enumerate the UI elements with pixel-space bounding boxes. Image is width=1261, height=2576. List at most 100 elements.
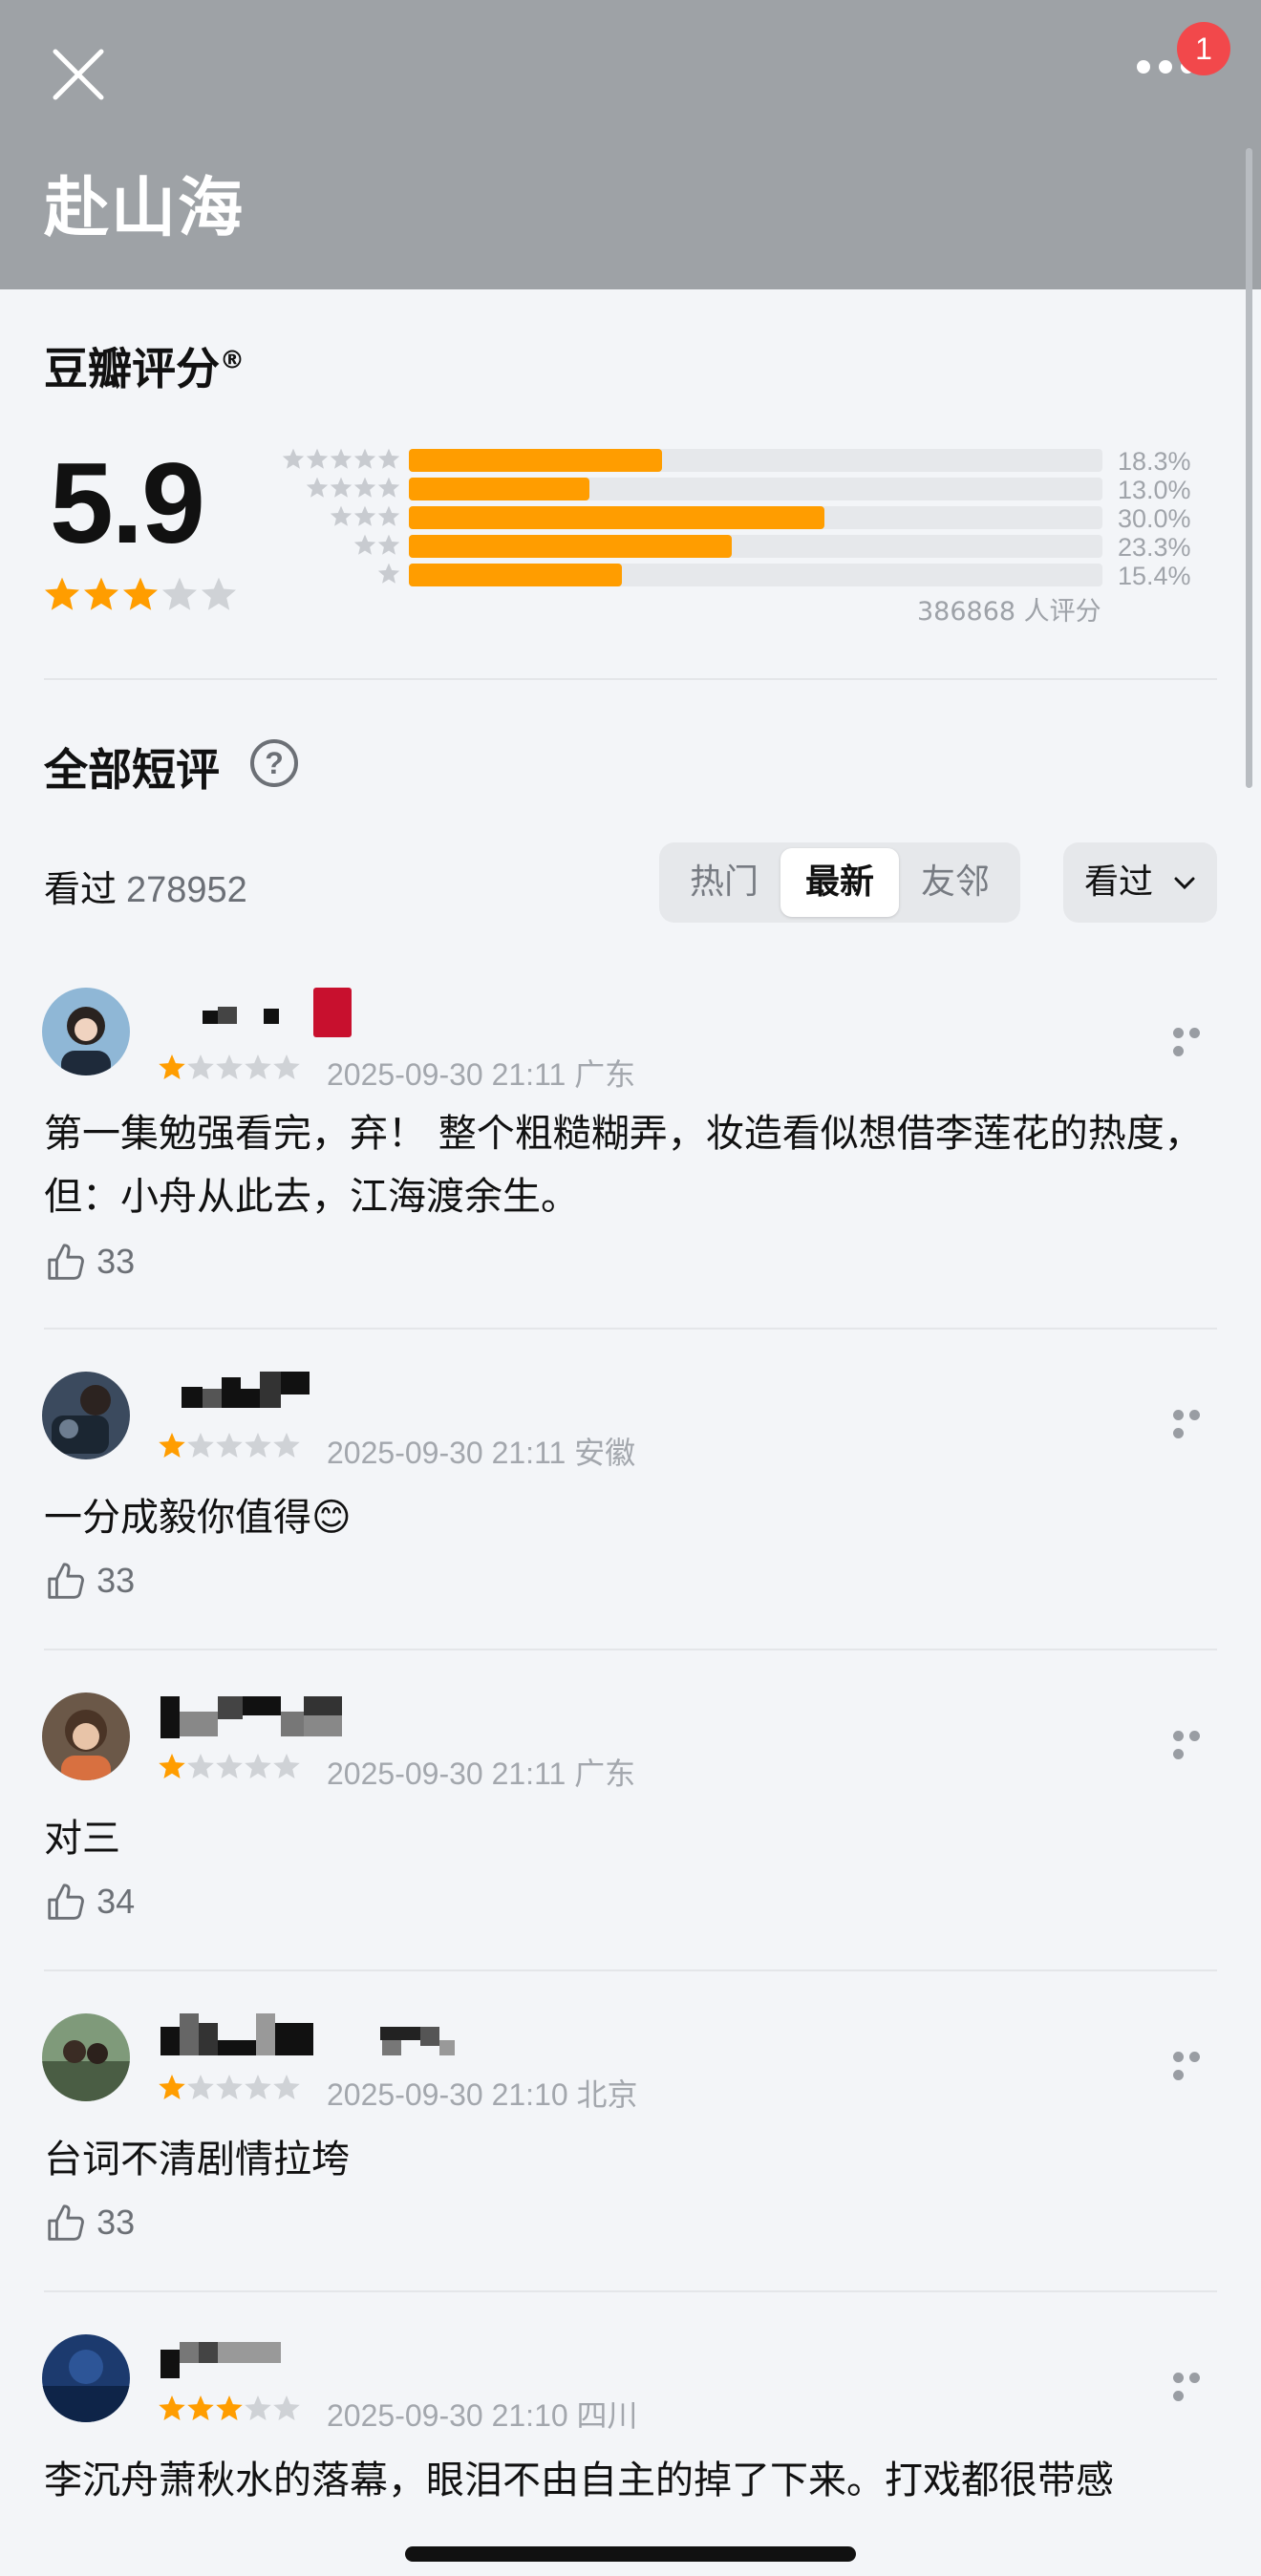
like-count: 33 xyxy=(96,1561,136,1600)
star-icon xyxy=(83,577,119,610)
filter-dropdown[interactable]: 看过 xyxy=(1063,842,1217,923)
star-icon xyxy=(159,1054,185,1079)
star-icon xyxy=(216,1054,243,1079)
like-count: 33 xyxy=(96,2203,136,2242)
review-more-icon[interactable] xyxy=(1173,1024,1221,1056)
star-icon xyxy=(306,477,329,498)
review-more-icon[interactable] xyxy=(1173,2048,1221,2080)
distribution-bar-fill xyxy=(409,449,662,472)
distribution-bar xyxy=(409,535,1102,558)
star-icon xyxy=(377,534,400,555)
star-icon xyxy=(245,2075,271,2099)
home-indicator xyxy=(405,2546,856,2562)
star-icon xyxy=(159,1754,185,1778)
star-icon xyxy=(122,577,159,610)
star-icon xyxy=(216,2075,243,2099)
page-title: 赴山海 xyxy=(44,171,246,246)
divider xyxy=(44,1969,1217,1971)
star-icon xyxy=(44,577,80,610)
review-stars xyxy=(157,2073,300,2103)
star-icon xyxy=(187,1433,214,1458)
review-meta: 2025-09-30 21:10 四川 xyxy=(327,2397,638,2434)
star-icon xyxy=(377,563,400,584)
filter-label: 看过 xyxy=(1084,862,1154,902)
distribution-bar-fill xyxy=(409,564,622,586)
star-icon xyxy=(330,477,353,498)
tab-friends[interactable]: 友邻 xyxy=(896,848,1015,917)
star-icon xyxy=(187,2395,214,2420)
distribution-bar-fill xyxy=(409,478,589,500)
star-icon xyxy=(159,2395,185,2420)
review-text: 第一集勉强看完，弃！ 整个粗糙糊弄，妆造看似想借李莲花的热度，但：小舟从此去，江… xyxy=(44,1112,1203,1219)
like-count: 34 xyxy=(96,1882,136,1921)
tab-hot[interactable]: 热门 xyxy=(665,848,783,917)
distribution-percent: 18.3% xyxy=(1118,447,1191,476)
divider xyxy=(44,1328,1217,1330)
score-stars xyxy=(42,575,238,619)
star-icon xyxy=(187,2075,214,2099)
avatar[interactable] xyxy=(42,2334,130,2422)
review-stars xyxy=(157,2394,300,2424)
thumbs-up-icon xyxy=(48,1884,84,1920)
like-button[interactable]: 33 xyxy=(44,1240,135,1288)
star-icon xyxy=(377,477,400,498)
avatar[interactable] xyxy=(42,2013,130,2101)
like-button[interactable]: 34 xyxy=(44,1880,135,1927)
top-bar: 1 赴山海 xyxy=(0,0,1261,289)
star-icon xyxy=(159,2075,185,2099)
star-icon xyxy=(159,1433,185,1458)
distribution-percent: 23.3% xyxy=(1118,533,1191,562)
star-icon xyxy=(330,448,353,469)
divider xyxy=(44,2290,1217,2292)
close-icon[interactable] xyxy=(48,44,109,105)
star-icon xyxy=(273,1054,300,1079)
review-more-icon[interactable] xyxy=(1173,1727,1221,1759)
avatar[interactable] xyxy=(42,1692,130,1780)
review-meta: 2025-09-30 21:11 安徽 xyxy=(327,1435,636,1471)
avatar[interactable] xyxy=(42,988,130,1075)
divider xyxy=(44,678,1217,680)
star-icon xyxy=(201,577,237,610)
review-text: 一分成毅你值得😊 xyxy=(44,1496,352,1540)
distribution-bar xyxy=(409,506,1102,529)
seen-count: 看过 278952 xyxy=(44,868,247,910)
sort-segmented-control: 热门 最新 友邻 xyxy=(659,842,1020,923)
distribution-stars xyxy=(267,476,401,504)
star-icon xyxy=(377,505,400,526)
rating-section-title: 豆瓣评分® xyxy=(44,343,245,394)
distribution-percent: 15.4% xyxy=(1118,562,1191,590)
tab-latest[interactable]: 最新 xyxy=(780,848,899,917)
star-icon xyxy=(353,505,376,526)
star-icon xyxy=(273,1433,300,1458)
star-icon xyxy=(273,2075,300,2099)
star-icon xyxy=(353,477,376,498)
distribution-stars xyxy=(267,533,401,562)
review-text: 李沉舟萧秋水的落幕，眼泪不由自主的掉了下来。打戏都很带感 xyxy=(44,2459,1114,2502)
notification-badge: 1 xyxy=(1177,22,1230,75)
like-button[interactable]: 33 xyxy=(44,2201,135,2248)
star-icon xyxy=(161,577,198,610)
distribution-stars xyxy=(267,562,401,590)
review-meta: 2025-09-30 21:10 北京 xyxy=(327,2076,638,2113)
star-icon xyxy=(353,534,376,555)
star-icon xyxy=(245,1054,271,1079)
star-icon xyxy=(273,1754,300,1778)
help-icon[interactable]: ? xyxy=(250,739,298,787)
star-icon xyxy=(282,448,305,469)
star-icon xyxy=(353,448,376,469)
like-button[interactable]: 33 xyxy=(44,1559,135,1607)
scrollbar[interactable] xyxy=(1246,148,1252,788)
rating-score: 5.9 xyxy=(50,439,205,567)
avatar[interactable] xyxy=(42,1372,130,1459)
rating-total-count: 386868 人评分 xyxy=(917,597,1101,627)
review-text: 台词不清剧情拉垮 xyxy=(44,2138,350,2182)
distribution-stars xyxy=(267,504,401,533)
review-meta: 2025-09-30 21:11 广东 xyxy=(327,1756,636,1792)
star-icon xyxy=(216,2395,243,2420)
star-icon xyxy=(330,505,353,526)
star-icon xyxy=(377,448,400,469)
registered-mark: ® xyxy=(220,346,245,375)
review-more-icon[interactable] xyxy=(1173,2369,1221,2401)
chevron-down-icon xyxy=(1174,877,1195,890)
review-more-icon[interactable] xyxy=(1173,1406,1221,1438)
